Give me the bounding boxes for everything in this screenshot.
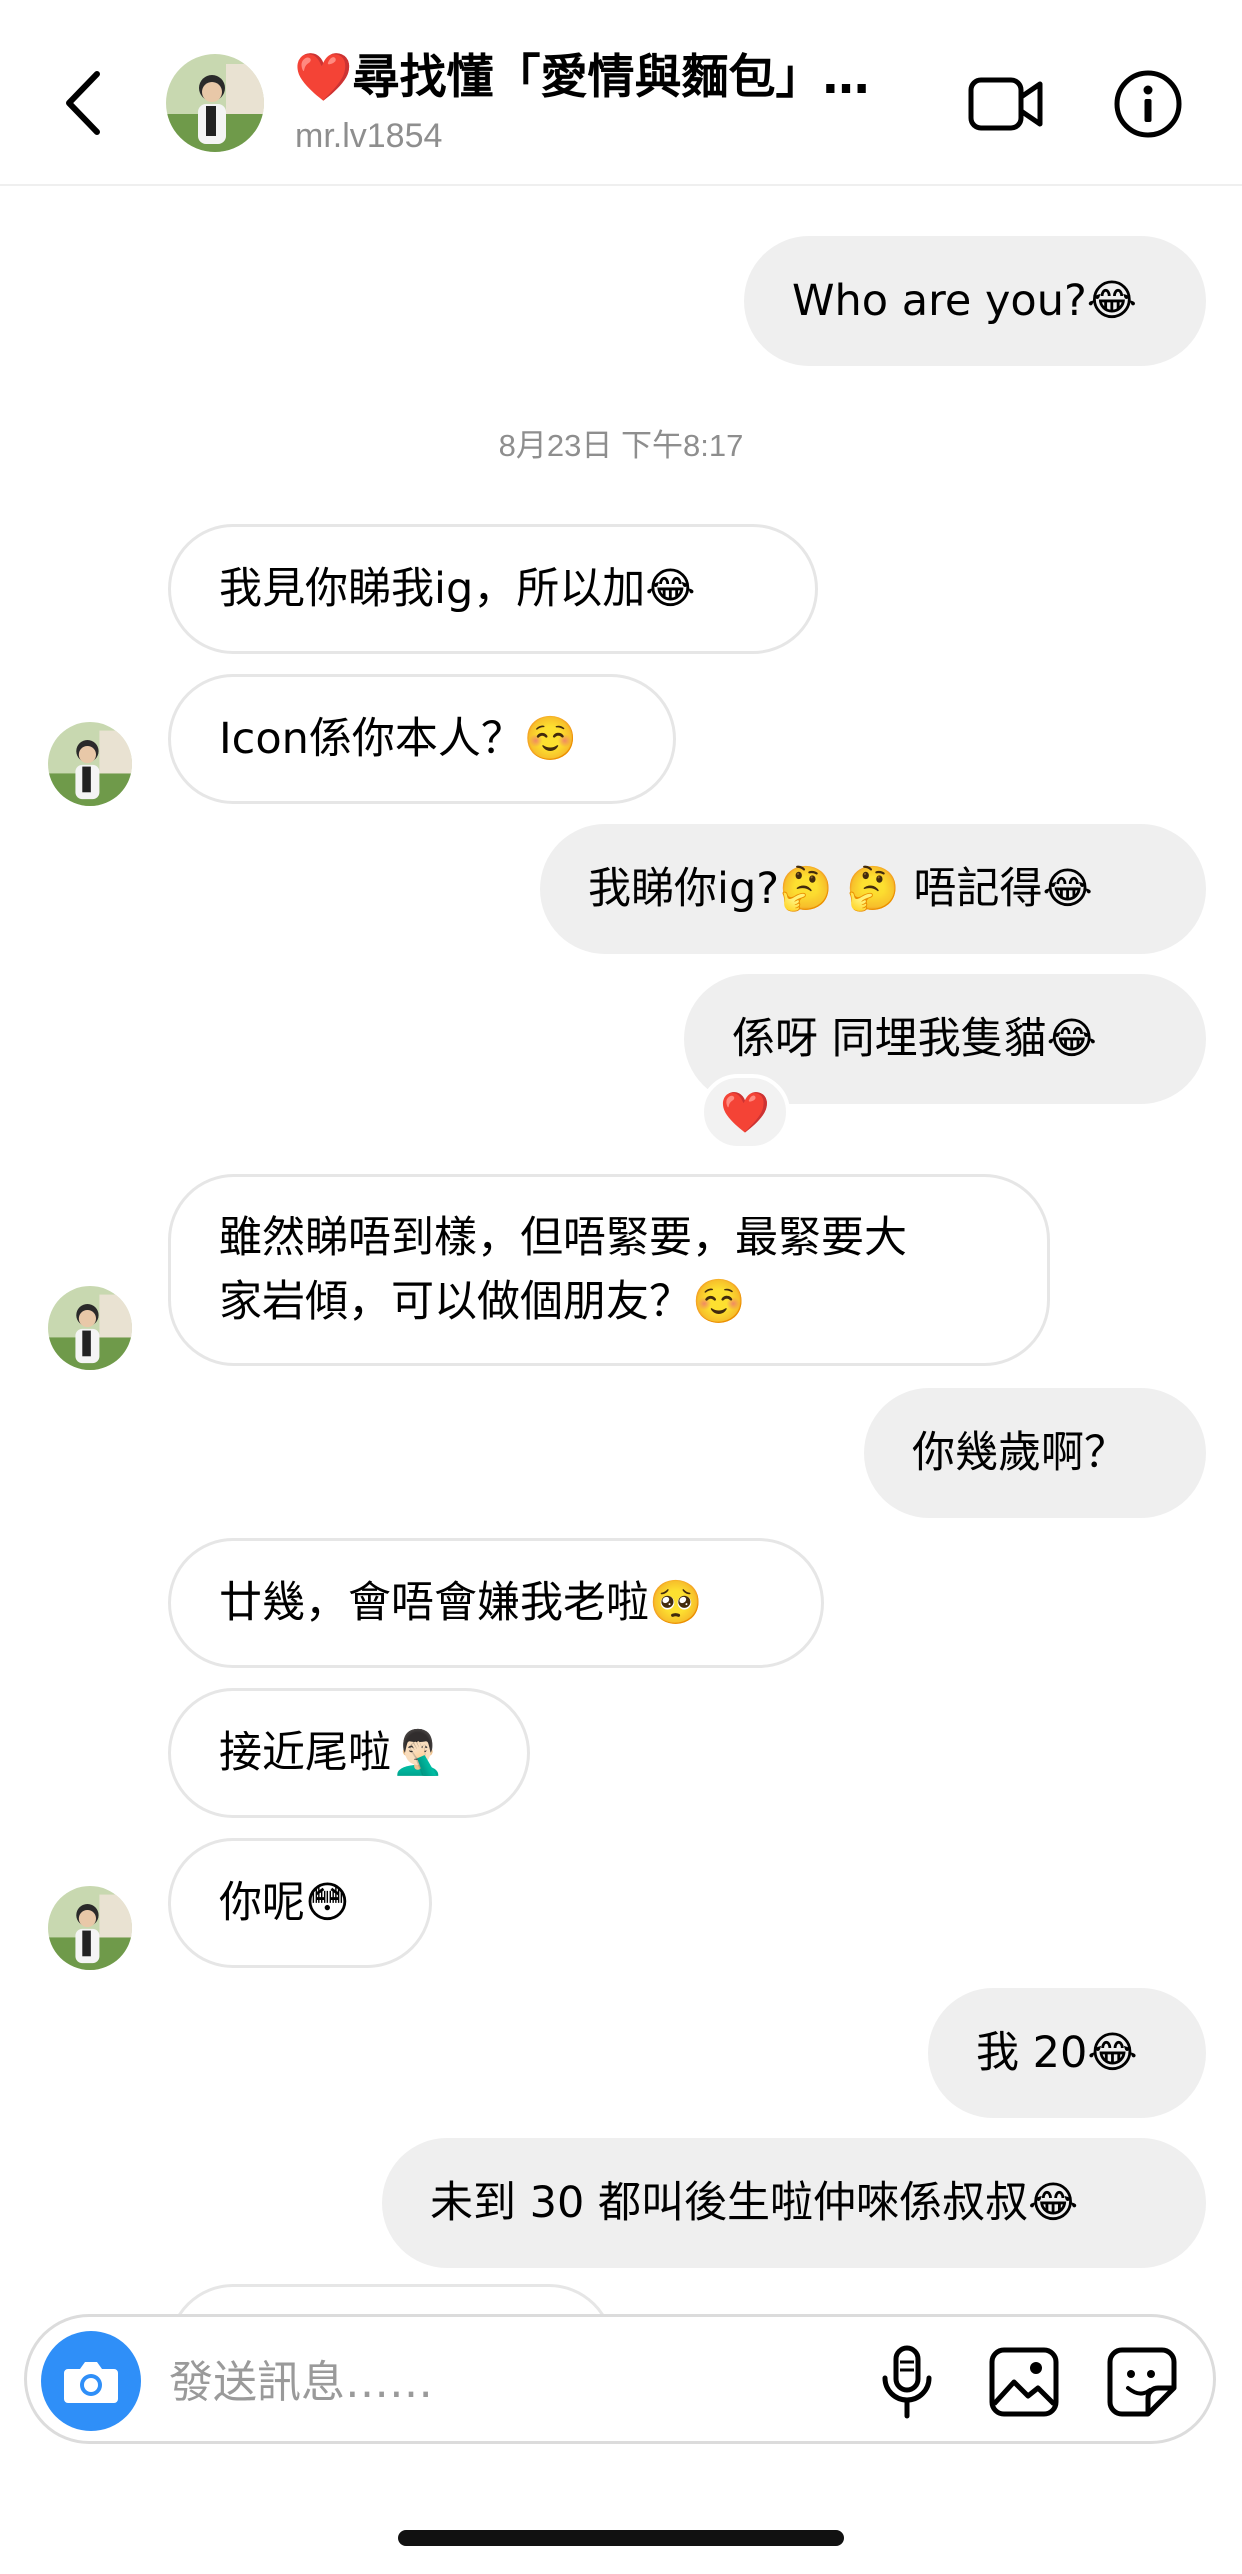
message-text: Icon係你本人？☺️ <box>219 714 578 764</box>
message-composer <box>24 2314 1216 2444</box>
message-incoming[interactable]: 接近尾啦🤦🏻‍♂️ <box>168 1688 530 1818</box>
message-text: 你幾歲啊？ <box>912 1428 1127 1478</box>
message-text: 我 20😂 <box>976 2028 1138 2078</box>
home-indicator[interactable] <box>398 2530 844 2546</box>
message-incoming[interactable]: 廿幾，會唔會嫌我老啦🥺 <box>168 1538 824 1668</box>
chat-timestamp: 8月23日 下午8:17 <box>498 428 744 463</box>
message-outgoing[interactable]: 未到 30 都叫後生啦仲唻係叔叔😂 <box>382 2138 1206 2268</box>
message-incoming[interactable]: 雖然睇唔到樣，但唔緊要，最緊要大 家岩傾，可以做個朋友？☺️ <box>168 1174 1050 1366</box>
camera-button[interactable] <box>41 2331 141 2431</box>
message-outgoing[interactable]: 你幾歲啊？ <box>864 1388 1206 1518</box>
message-text: 我睇你ig?🤔 🤔 唔記得😂 <box>588 864 1093 914</box>
sender-avatar[interactable] <box>48 722 132 806</box>
message-outgoing[interactable]: 我 20😂 <box>928 1988 1206 2118</box>
message-text: 廿幾，會唔會嫌我老啦🥺 <box>219 1578 703 1628</box>
message-incoming[interactable]: 我見你睇我ig，所以加😂 <box>168 524 818 654</box>
chat-title[interactable]: ❤️尋找懂「愛情與麵包」… <box>294 48 934 108</box>
sticker-icon <box>1107 2347 1177 2417</box>
chat-header: ❤️尋找懂「愛情與麵包」… mr.lv1854 <box>0 0 1242 186</box>
chevron-left-icon <box>66 71 100 135</box>
sender-avatar[interactable] <box>48 1886 132 1970</box>
message-outgoing[interactable]: 我睇你ig?🤔 🤔 唔記得😂 <box>540 824 1206 954</box>
voice-message-button[interactable] <box>867 2339 947 2425</box>
message-incoming[interactable]: 你呢😳 <box>168 1838 432 1968</box>
chat-username[interactable]: mr.lv1854 <box>295 114 442 158</box>
message-text: Who are you?😂 <box>792 276 1138 326</box>
header-avatar[interactable] <box>166 54 264 152</box>
info-icon <box>1114 70 1182 138</box>
heart-icon: ❤️ <box>720 1089 770 1136</box>
message-text: 接近尾啦🤦🏻‍♂️ <box>219 1728 445 1778</box>
message-outgoing[interactable]: Who are you?😂 <box>744 236 1206 366</box>
video-call-button[interactable] <box>966 64 1046 144</box>
microphone-icon <box>882 2345 932 2419</box>
gallery-button[interactable] <box>981 2339 1067 2425</box>
message-text-line: 雖然睇唔到樣，但唔緊要，最緊要大 <box>219 1213 907 1263</box>
back-button[interactable] <box>48 58 118 148</box>
camera-icon <box>64 2362 118 2403</box>
message-text: 你呢😳 <box>219 1878 350 1928</box>
sender-avatar[interactable] <box>48 1286 132 1370</box>
gallery-icon <box>989 2347 1059 2417</box>
message-text: 係呀 同埋我隻貓😂 <box>732 1014 1097 1064</box>
message-incoming[interactable]: Icon係你本人？☺️ <box>168 674 676 804</box>
video-camera-icon <box>968 77 1043 131</box>
message-text: 我見你睇我ig，所以加😂 <box>219 564 696 614</box>
message-input[interactable] <box>169 2347 669 2417</box>
sticker-button[interactable] <box>1099 2339 1185 2425</box>
heart-reaction[interactable]: ❤️ <box>700 1074 790 1150</box>
message-text-line: 家岩傾，可以做個朋友？☺️ <box>219 1277 746 1327</box>
message-text: 未到 30 都叫後生啦仲唻係叔叔😂 <box>430 2178 1079 2228</box>
info-button[interactable] <box>1108 64 1188 144</box>
